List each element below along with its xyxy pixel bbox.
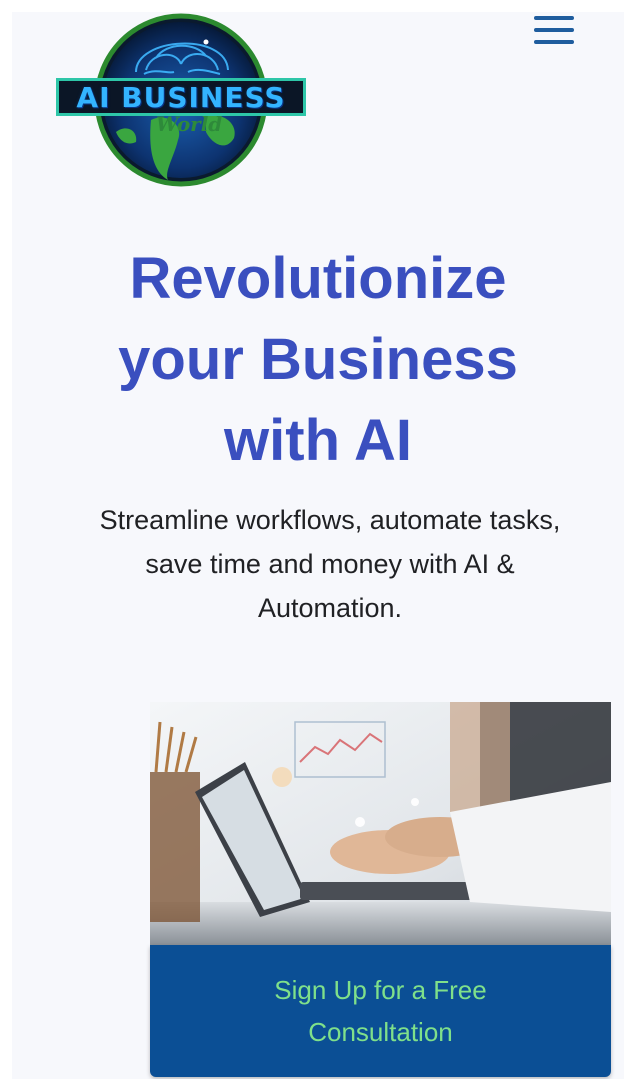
hamburger-menu-icon[interactable] (534, 16, 574, 46)
hero-title-line-2: your Business (118, 327, 518, 392)
hero-photo (150, 702, 611, 945)
menu-bar-top (534, 16, 574, 20)
menu-bar-middle (534, 28, 574, 32)
free-consultation-button[interactable]: Sign Up for a Free Consultation (150, 945, 611, 1077)
menu-bar-bottom (534, 40, 574, 44)
logo-script-text: World (156, 112, 223, 136)
page: AI BUSINESS World Revolutionize your Bus… (12, 12, 624, 1079)
hero-subtitle-line-1: Streamline workflows, automate tasks, (99, 505, 561, 535)
hero-title-line-1: Revolutionize (129, 246, 507, 311)
hero-title: Revolutionize your Business with AI (0, 238, 636, 481)
site-logo[interactable]: AI BUSINESS World (56, 12, 306, 192)
hero-subtitle: Streamline workflows, automate tasks, sa… (12, 498, 636, 630)
hero-title-line-3: with AI (224, 408, 412, 473)
hero-subtitle-line-3: Automation. (257, 593, 403, 623)
free-consultation-label: Sign Up for a Free Consultation (274, 975, 487, 1047)
hero-subtitle-line-2: save time and money with AI & (145, 549, 515, 579)
office-laptop-illustration (150, 702, 611, 945)
logo-brand-text: AI BUSINESS (56, 78, 306, 116)
